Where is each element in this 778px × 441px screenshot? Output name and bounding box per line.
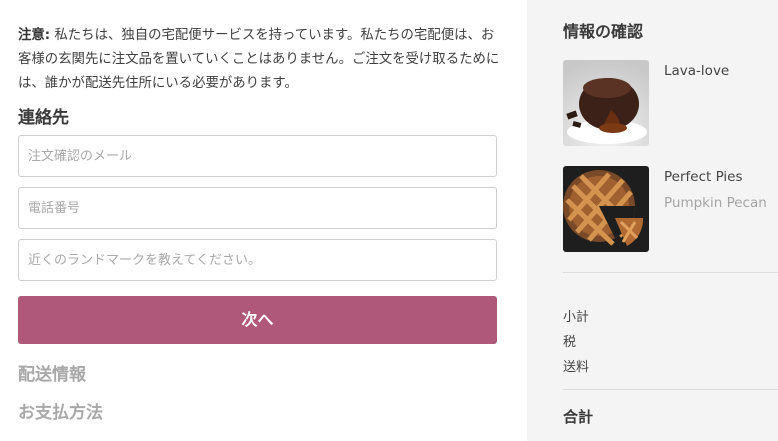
order-item: Lava-love: [563, 60, 778, 146]
next-button[interactable]: 次へ: [18, 296, 497, 344]
delivery-notice: 注意: 私たちは、独自の宅配便サービスを持っています。私たちの宅配便は、お客様の…: [18, 24, 503, 96]
lava-cake-thumbnail: [563, 60, 649, 146]
shipping-step-title[interactable]: 配送情報: [18, 360, 86, 385]
notice-label: 注意:: [18, 28, 51, 43]
payment-step-title[interactable]: お支払方法: [18, 398, 103, 423]
notice-text: 私たちは、独自の宅配便サービスを持っています。私たちの宅配便は、お客様の玄関先に…: [18, 28, 500, 91]
item-name: Perfect Pies: [664, 169, 743, 185]
email-field[interactable]: [18, 135, 497, 177]
tax-label: 税: [563, 335, 577, 350]
checkout-form-panel: 注意: 私たちは、独自の宅配便サービスを持っています。私たちの宅配便は、お客様の…: [0, 0, 527, 441]
order-item: Perfect Pies Pumpkin Pecan: [563, 166, 778, 252]
total-label: 合計: [563, 408, 594, 426]
shipping-fee-label: 送料: [563, 360, 590, 375]
phone-field[interactable]: [18, 187, 497, 229]
checkout-page: 注意: 私たちは、独自の宅配便サービスを持っています。私たちの宅配便は、お客様の…: [0, 0, 778, 441]
total-divider: [563, 389, 778, 390]
item-name: Lava-love: [664, 63, 730, 79]
pie-thumbnail: [563, 166, 649, 252]
contact-section-title: 連絡先: [18, 108, 69, 128]
landmark-field[interactable]: [18, 239, 497, 281]
summary-divider: [563, 272, 778, 273]
order-review-sidebar: 情報の確認 Lava-love Perfect Pies Pumpkin Pec…: [527, 0, 778, 441]
item-variant: Pumpkin Pecan: [664, 195, 767, 211]
review-title: 情報の確認: [563, 22, 644, 41]
subtotal-label: 小計: [563, 310, 590, 325]
